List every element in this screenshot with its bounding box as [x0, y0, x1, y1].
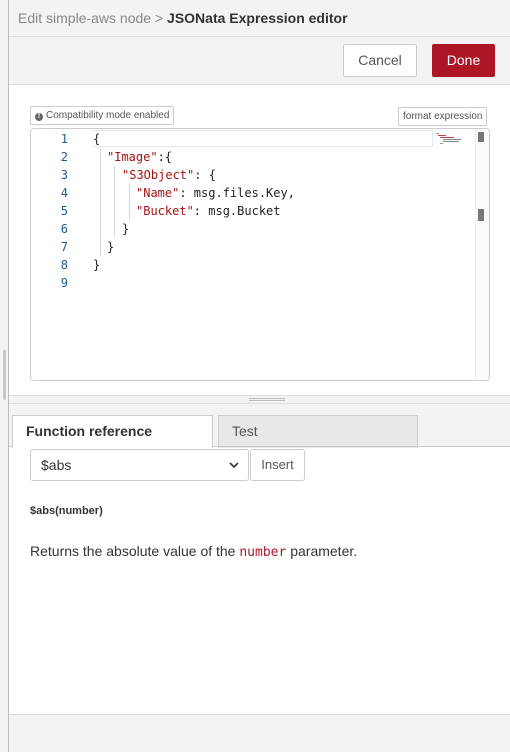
line-number: 3 [60, 168, 68, 182]
indent-guide [129, 184, 130, 220]
scroll-thumb[interactable] [478, 209, 484, 221]
chevron-down-icon [229, 462, 239, 469]
code-line: "Name": msg.files.Key, [136, 186, 295, 200]
tray-header: Edit simple-aws node > JSONata Expressio… [9, 0, 510, 37]
breadcrumb: Edit simple-aws node [18, 10, 152, 26]
line-number: 9 [60, 276, 68, 290]
expression-code-editor[interactable]: 1 2 3 4 5 6 7 8 9 { "Image":{ "S3Object"… [30, 128, 490, 381]
line-number: 4 [60, 186, 68, 200]
tray-toolbar: Cancel Done [9, 37, 510, 85]
code-line: } [93, 258, 101, 272]
code-line: } [122, 222, 130, 236]
code-line: "Bucket": msg.Bucket [136, 204, 281, 218]
line-number: 1 [60, 132, 68, 146]
page-title: JSONata Expression editor [167, 10, 348, 26]
reference-tab-bar: Function reference Test [9, 404, 510, 448]
function-select[interactable]: $abs [30, 449, 249, 481]
code-line: { [93, 132, 101, 146]
tab-test[interactable]: Test [218, 415, 418, 448]
pane-splitter[interactable] [9, 395, 510, 404]
line-number: 7 [60, 240, 68, 254]
function-select-value: $abs [41, 457, 72, 473]
code-minimap[interactable] [435, 131, 475, 147]
parameter-code: number [239, 545, 287, 560]
format-expression-button[interactable]: format expression [398, 107, 488, 126]
indent-guide [100, 148, 101, 256]
insert-button[interactable]: Insert [250, 449, 305, 481]
tray-footer [9, 714, 510, 752]
line-number-gutter: 1 2 3 4 5 6 7 8 9 [31, 129, 93, 380]
splitter-grip-icon [249, 398, 285, 401]
line-number: 5 [60, 204, 68, 218]
compatibility-mode-label: Compatibility mode enabled [46, 110, 170, 121]
code-line: "S3Object": { [122, 168, 216, 182]
panel-resize-handle[interactable] [3, 350, 6, 400]
compatibility-mode-badge[interactable]: ! Compatibility mode enabled [30, 106, 175, 125]
breadcrumb-separator: > [154, 10, 164, 26]
code-line: } [107, 240, 115, 254]
indent-guide [114, 166, 115, 238]
done-button[interactable]: Done [432, 44, 495, 77]
line-number: 6 [60, 222, 68, 236]
code-lines: { "Image":{ "S3Object": { "Name": msg.fi… [93, 129, 475, 380]
function-description: Returns the absolute value of the number… [30, 543, 358, 560]
line-number: 8 [60, 258, 68, 272]
info-icon: ! [35, 113, 43, 121]
editor-scrollbar[interactable] [475, 129, 489, 380]
editor-tray: Edit simple-aws node > JSONata Expressio… [8, 0, 510, 752]
line-number: 2 [60, 150, 68, 164]
scroll-marker [478, 132, 484, 142]
tab-function-reference[interactable]: Function reference [12, 415, 213, 448]
cancel-button[interactable]: Cancel [343, 44, 417, 77]
function-signature: $abs(number) [30, 505, 103, 517]
code-line: "Image":{ [107, 150, 173, 164]
